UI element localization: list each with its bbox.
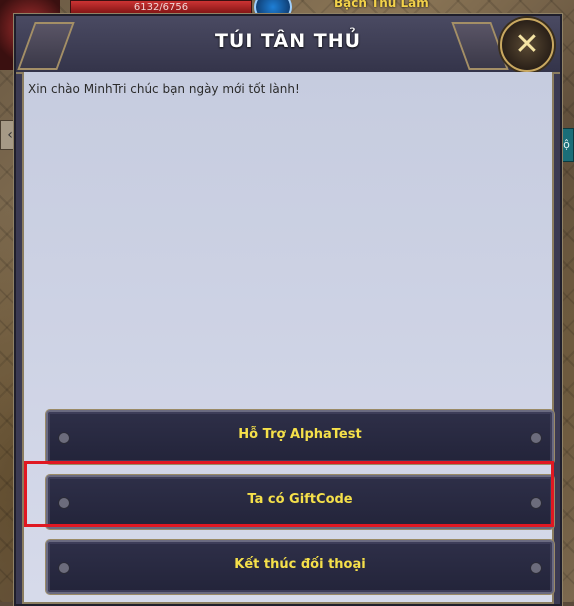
dialog-content: Xin chào MinhTri chúc bạn ngày mới tốt l… [22,72,554,604]
greeting-text: Xin chào MinhTri chúc bạn ngày mới tốt l… [28,82,300,96]
player-name: Bạch Thủ Lâm [334,0,429,10]
dialog-window: TÚI TÂN THỦ ✕ Xin chào MinhTri chúc bạn … [14,14,562,606]
knob-icon [530,497,542,509]
dialog-titlebar: TÚI TÂN THỦ ✕ [16,16,560,74]
option-label: Ta có GiftCode [247,492,353,507]
close-icon: ✕ [514,27,540,62]
option-end-dialog-button[interactable]: Kết thúc đối thoại [46,540,554,594]
knob-icon [530,432,542,444]
knob-icon [530,562,542,574]
option-alphatest-support-button[interactable]: Hỗ Trợ AlphaTest [46,410,554,464]
option-giftcode-button[interactable]: Ta có GiftCode [46,475,554,529]
close-button[interactable]: ✕ [500,18,554,72]
dialog-title: TÚI TÂN THỦ [214,30,362,52]
option-label: Hỗ Trợ AlphaTest [238,427,362,442]
option-label: Kết thúc đối thoại [234,557,366,572]
